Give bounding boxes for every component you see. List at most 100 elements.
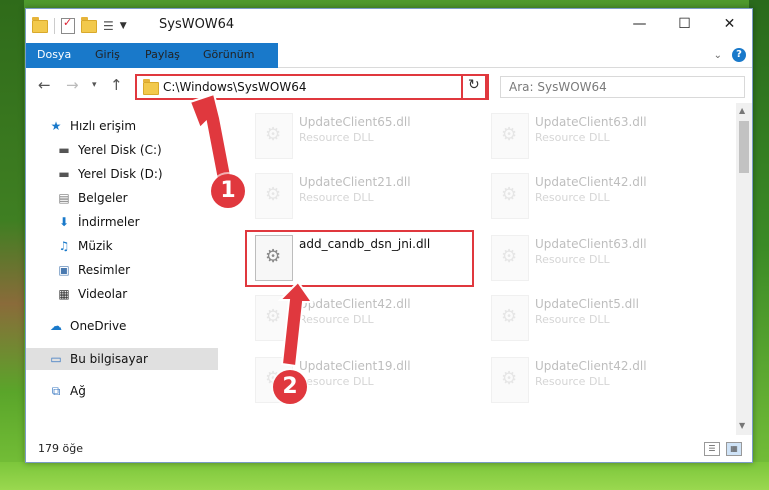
list-item[interactable]: UpdateClient42.dll Resource DLL xyxy=(251,291,481,343)
status-bar: 179 öğe ☰ ▦ xyxy=(26,437,752,461)
sidebar-item-onedrive[interactable]: ☁ OneDrive xyxy=(26,315,240,337)
pictures-icon: ▣ xyxy=(58,263,70,277)
large-icons-view-icon[interactable]: ▦ xyxy=(726,442,742,456)
vertical-scrollbar[interactable]: ▲ ▼ xyxy=(736,103,752,435)
file-name: UpdateClient5.dll xyxy=(535,297,639,311)
minimize-button[interactable]: — xyxy=(617,9,662,39)
sidebar-item-this-pc[interactable]: ▭ Bu bilgisayar xyxy=(26,348,218,370)
file-name: UpdateClient21.dll xyxy=(299,175,411,189)
view-buttons: ☰ ▦ xyxy=(704,442,742,456)
up-arrow-icon[interactable]: ↑ xyxy=(110,76,123,94)
file-type: Resource DLL xyxy=(299,191,374,204)
sidebar-item-pictures[interactable]: ▣ Resimler 📌 xyxy=(26,259,248,281)
sidebar-item-videos[interactable]: ▦ Videolar 📌 xyxy=(26,283,248,305)
chevron-down-icon[interactable]: ▼ xyxy=(120,21,127,31)
desktop-background-left xyxy=(0,0,24,490)
sidebar-item-label: OneDrive xyxy=(70,319,127,333)
drive-icon: ▬ xyxy=(58,143,70,157)
file-name: UpdateClient42.dll xyxy=(535,359,647,373)
maximize-button[interactable]: ☐ xyxy=(662,9,707,39)
sidebar-item-network[interactable]: ⧉ Ağ xyxy=(26,380,240,402)
sidebar-item-downloads[interactable]: ⬇ İndirmeler 📌 xyxy=(26,211,248,233)
tab-share[interactable]: Paylaş xyxy=(134,43,191,67)
window-controls: — ☐ ✕ xyxy=(617,9,752,39)
dll-file-icon xyxy=(255,113,293,159)
list-item[interactable]: UpdateClient21.dll Resource DLL xyxy=(251,169,481,221)
list-item[interactable]: UpdateClient5.dll Resource DLL xyxy=(487,291,717,343)
expand-ribbon-icon[interactable]: ⌄ xyxy=(714,50,722,61)
network-icon: ⧉ xyxy=(51,383,61,398)
sidebar-item-label: Resimler xyxy=(78,263,131,277)
desktop-background-bottom xyxy=(0,462,769,490)
file-type: Resource DLL xyxy=(535,375,610,388)
search-input[interactable]: Ara: SysWOW64 xyxy=(500,76,745,98)
music-icon: ♫ xyxy=(58,239,70,253)
sidebar-item-label: Yerel Disk (D:) xyxy=(78,167,163,181)
address-bar[interactable]: C:\Windows\SysWOW64 ⌄ xyxy=(135,74,489,100)
sidebar-item-quick-access[interactable]: ★ Hızlı erişim xyxy=(26,115,240,137)
file-type: Resource DLL xyxy=(299,131,374,144)
list-item[interactable]: UpdateClient65.dll Resource DLL xyxy=(251,109,481,161)
ribbon-tabs: Dosya Giriş Paylaş Görünüm ⌄ ? xyxy=(26,43,752,95)
file-name: UpdateClient42.dll xyxy=(535,175,647,189)
address-folder-icon xyxy=(143,79,159,95)
step-two-badge: 2 xyxy=(273,370,307,404)
toolbar-separator xyxy=(54,18,55,34)
tab-home[interactable]: Giriş xyxy=(84,43,131,67)
file-name: UpdateClient19.dll xyxy=(299,359,411,373)
file-type: Resource DLL xyxy=(535,313,610,326)
file-type: Resource DLL xyxy=(535,253,610,266)
file-type: Resource DLL xyxy=(535,191,610,204)
sidebar-item-drive-c[interactable]: ▬ Yerel Disk (C:) 📌 xyxy=(26,139,248,161)
scroll-up-icon[interactable]: ▲ xyxy=(739,106,745,115)
help-icon[interactable]: ? xyxy=(732,48,746,62)
folder-icon xyxy=(32,16,48,33)
dll-file-icon xyxy=(255,173,293,219)
sidebar-item-label: Yerel Disk (C:) xyxy=(78,143,162,157)
recent-locations-icon[interactable]: ▾ xyxy=(92,80,97,90)
file-name: UpdateClient63.dll xyxy=(535,115,647,129)
new-folder-icon[interactable] xyxy=(81,16,97,33)
file-name: UpdateClient63.dll xyxy=(535,237,647,251)
ribbon-right-controls: ⌄ ? xyxy=(714,48,746,62)
properties-icon[interactable] xyxy=(61,16,75,34)
close-button[interactable]: ✕ xyxy=(707,9,752,39)
documents-icon: ▤ xyxy=(58,191,70,205)
tab-view[interactable]: Görünüm xyxy=(192,43,265,67)
list-item[interactable]: UpdateClient63.dll Resource DLL xyxy=(487,109,717,161)
list-item[interactable]: UpdateClient42.dll Resource DLL xyxy=(487,169,717,221)
dll-file-icon xyxy=(491,173,529,219)
list-item[interactable]: UpdateClient63.dll Resource DLL xyxy=(487,231,717,283)
sidebar-item-label: Müzik xyxy=(78,239,113,253)
forward-arrow-icon[interactable]: → xyxy=(66,76,79,94)
refresh-button[interactable]: ↻ xyxy=(461,74,487,100)
item-count: 179 öğe xyxy=(38,442,83,455)
dll-file-icon xyxy=(491,235,529,281)
file-highlight-box xyxy=(245,230,474,287)
drive-icon: ▬ xyxy=(58,167,70,181)
sidebar-item-label: Bu bilgisayar xyxy=(70,352,148,366)
dll-file-icon xyxy=(255,295,293,341)
dll-file-icon xyxy=(491,295,529,341)
customize-icon[interactable]: ☰ xyxy=(103,19,114,33)
videos-icon: ▦ xyxy=(58,287,70,301)
file-type: Resource DLL xyxy=(535,131,610,144)
computer-icon: ▭ xyxy=(50,352,62,366)
sidebar-item-label: Belgeler xyxy=(78,191,128,205)
title-bar: ☰ ▼ SysWOW64 — ☐ ✕ xyxy=(26,9,752,43)
scroll-down-icon[interactable]: ▼ xyxy=(739,421,745,430)
file-type: Resource DLL xyxy=(299,313,374,326)
list-item[interactable]: UpdateClient42.dll Resource DLL xyxy=(487,353,717,405)
details-view-icon[interactable]: ☰ xyxy=(704,442,720,456)
step-one-badge: 1 xyxy=(211,174,245,208)
sidebar-item-music[interactable]: ♫ Müzik 📌 xyxy=(26,235,248,257)
download-icon: ⬇ xyxy=(58,215,70,229)
file-type: Resource DLL xyxy=(299,375,374,388)
sidebar-item-label: Videolar xyxy=(78,287,128,301)
back-arrow-icon[interactable]: ← xyxy=(38,76,51,94)
cloud-icon: ☁ xyxy=(50,319,62,333)
navigation-pane: ★ Hızlı erişim ▬ Yerel Disk (C:) 📌 ▬ Yer… xyxy=(26,103,242,435)
sidebar-item-label: Ağ xyxy=(70,384,86,398)
scrollbar-thumb[interactable] xyxy=(739,121,749,173)
refresh-icon: ↻ xyxy=(468,77,480,93)
